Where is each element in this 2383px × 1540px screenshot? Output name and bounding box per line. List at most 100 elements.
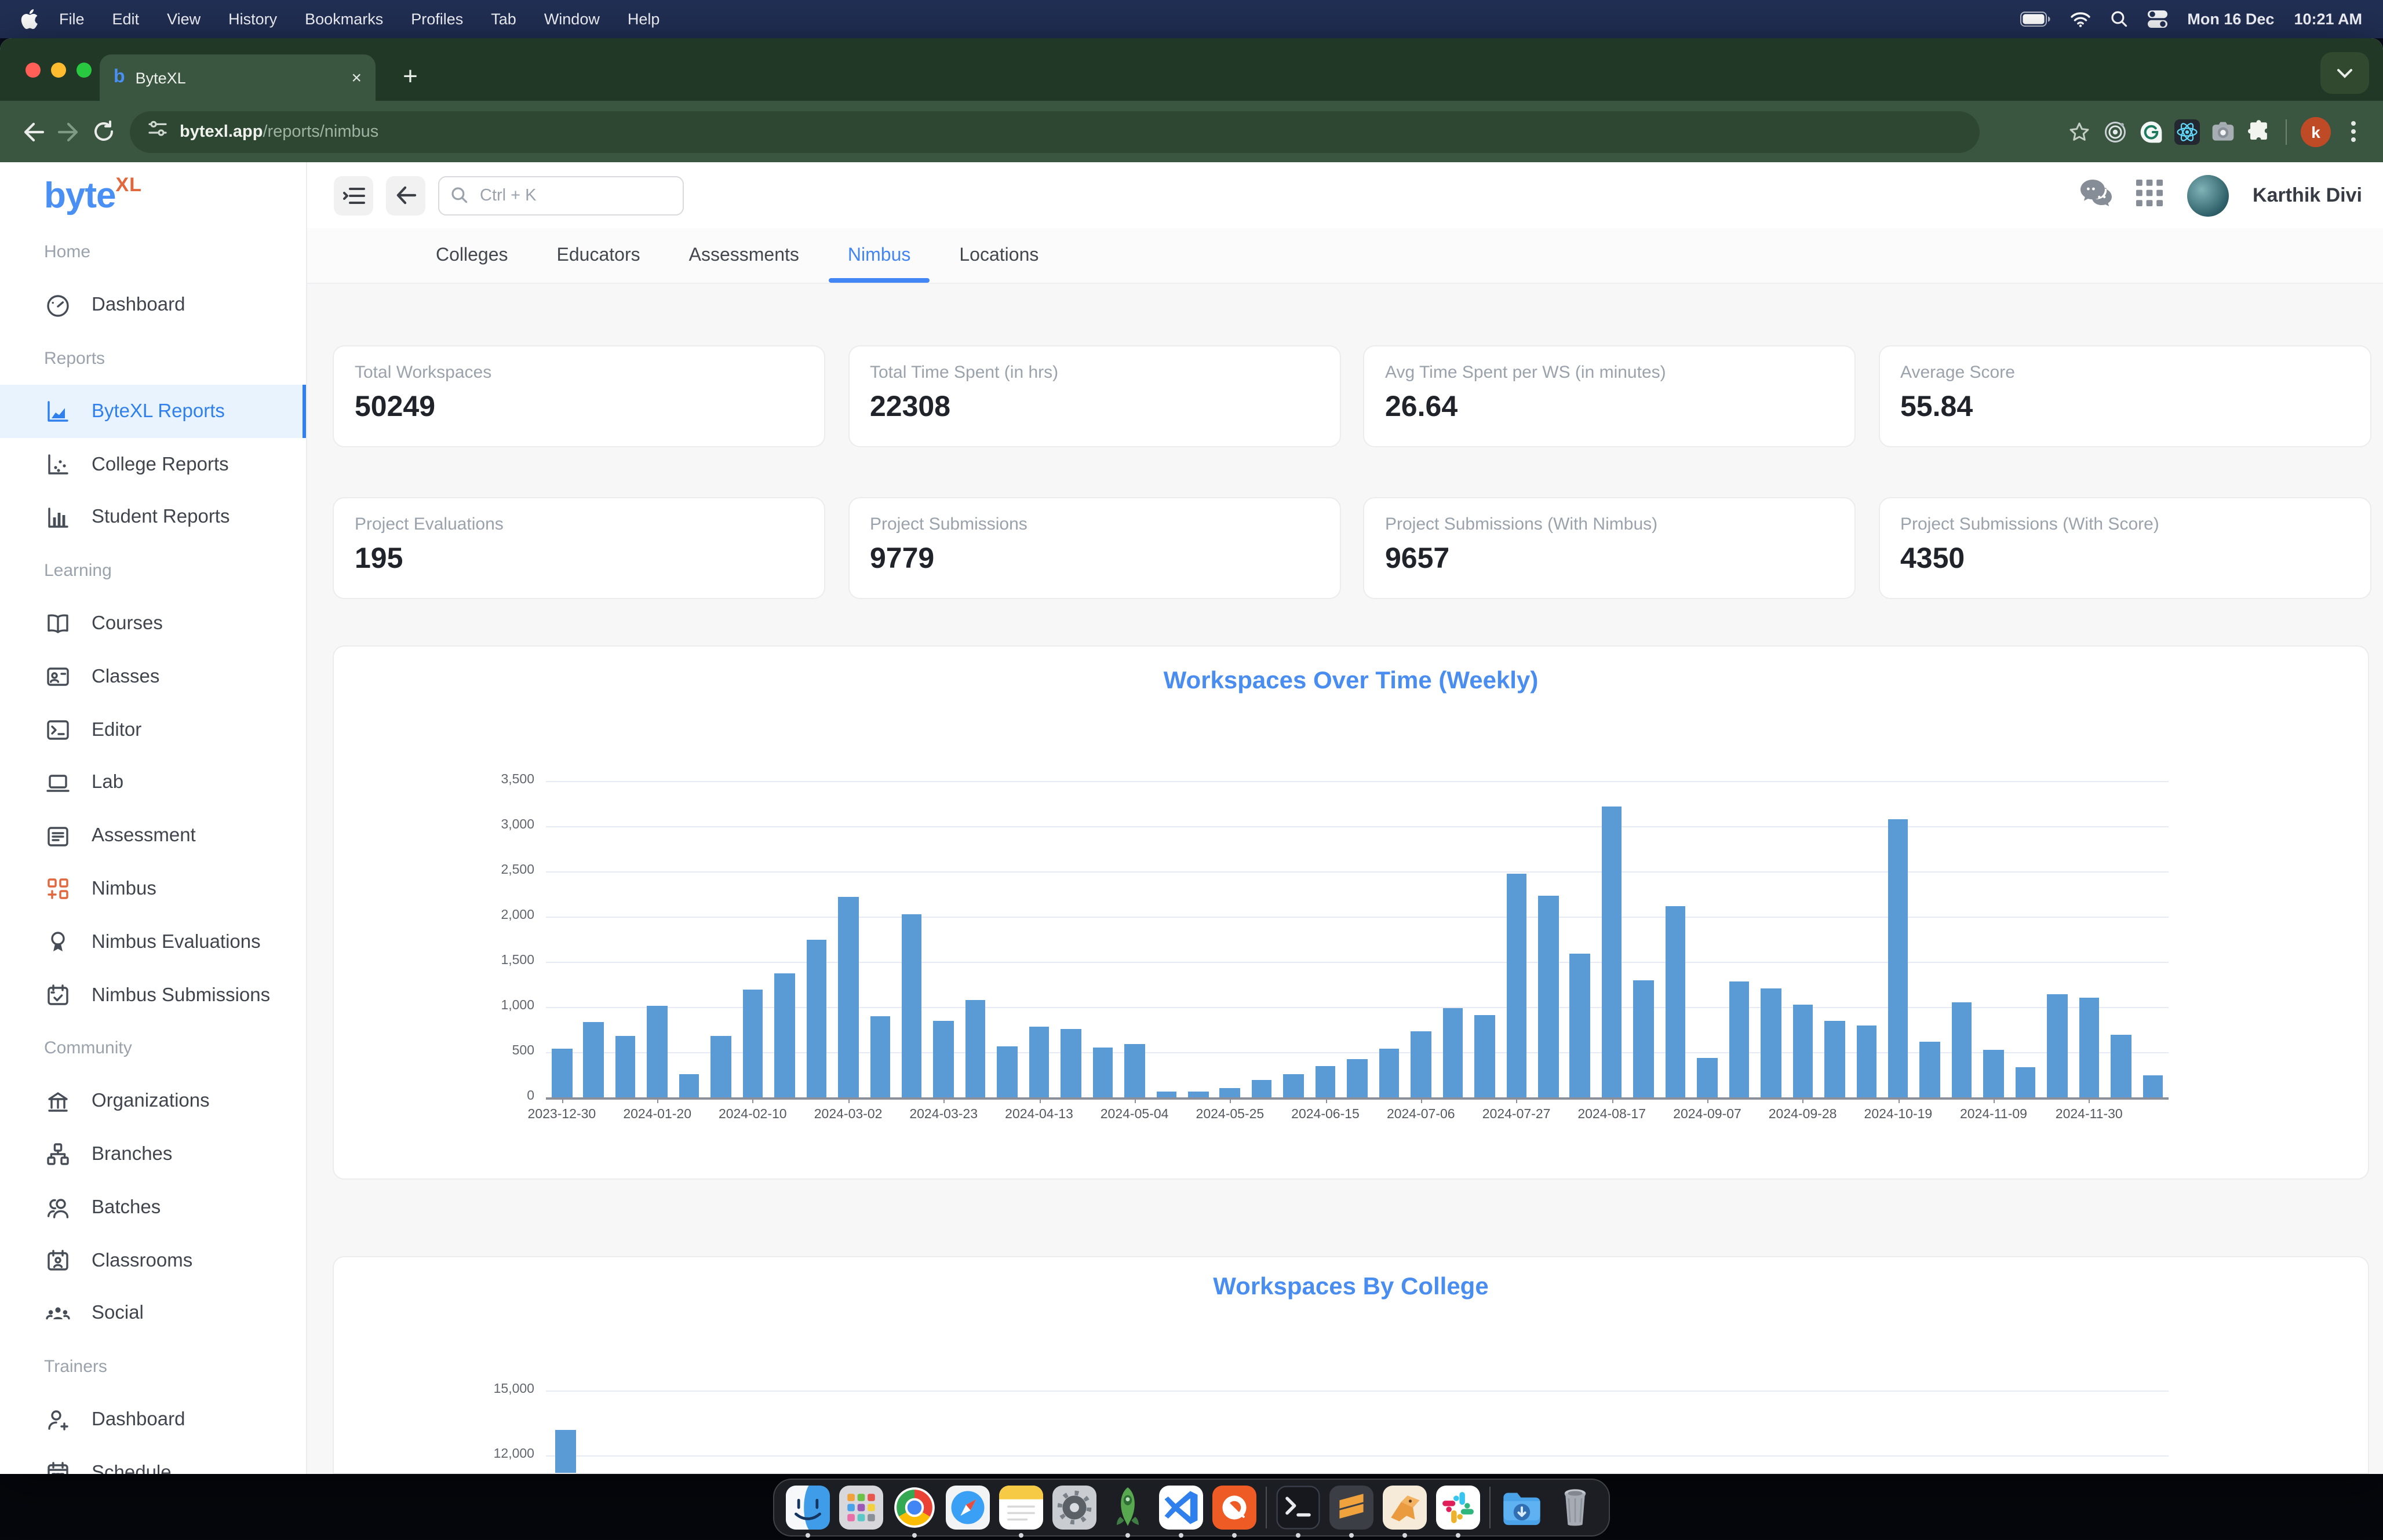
bar[interactable] xyxy=(1411,1031,1431,1097)
tab-locations[interactable]: Locations xyxy=(935,228,1063,283)
bytexl-logo[interactable]: byteXL xyxy=(44,174,142,217)
bar[interactable] xyxy=(870,1016,890,1097)
sidebar-item-dashboard[interactable]: Dashboard xyxy=(0,1393,306,1447)
bar[interactable] xyxy=(2015,1067,2035,1097)
dock-settings-icon[interactable] xyxy=(1052,1486,1096,1530)
back-icon[interactable] xyxy=(16,114,51,149)
sidebar-item-nimbus-evaluations[interactable]: Nimbus Evaluations xyxy=(0,916,306,969)
spotlight-icon[interactable] xyxy=(2111,10,2128,28)
bar[interactable] xyxy=(1920,1042,1940,1097)
site-info-icon[interactable] xyxy=(148,121,167,143)
sidebar-item-nimbus[interactable]: Nimbus xyxy=(0,863,306,916)
bar[interactable] xyxy=(1761,988,1781,1097)
extension-react-icon[interactable] xyxy=(2173,118,2200,145)
bar[interactable] xyxy=(902,914,922,1097)
bar[interactable] xyxy=(1697,1058,1717,1097)
menubar-time[interactable]: 10:21 AM xyxy=(2294,10,2362,28)
bar[interactable] xyxy=(584,1023,604,1097)
sidebar-item-courses[interactable]: Courses xyxy=(0,597,306,651)
menu-edit[interactable]: Edit xyxy=(99,10,154,27)
bar[interactable] xyxy=(965,1000,986,1097)
bar[interactable] xyxy=(2111,1035,2131,1097)
menu-help[interactable]: Help xyxy=(614,10,674,27)
new-tab-button[interactable]: + xyxy=(389,56,431,97)
bar[interactable] xyxy=(1347,1059,1368,1097)
bar[interactable] xyxy=(615,1036,636,1097)
bar[interactable] xyxy=(934,1020,954,1097)
menubar-date[interactable]: Mon 16 Dec xyxy=(2187,10,2274,28)
url-bar[interactable]: bytexl.app/reports/nimbus xyxy=(130,111,1980,152)
dock-chrome-icon[interactable] xyxy=(892,1486,937,1530)
bar[interactable] xyxy=(1061,1028,1081,1097)
dock-launchpad-icon[interactable] xyxy=(839,1486,883,1530)
tab-educators[interactable]: Educators xyxy=(533,228,665,283)
forward-icon[interactable] xyxy=(51,114,86,149)
tab-nimbus[interactable]: Nimbus xyxy=(824,228,935,283)
tab-colleges[interactable]: Colleges xyxy=(411,228,533,283)
dock-postman-icon[interactable] xyxy=(1212,1486,1256,1530)
dock-rocket-app-icon[interactable] xyxy=(1106,1486,1150,1530)
bar[interactable] xyxy=(2142,1075,2163,1097)
browser-profile-avatar[interactable]: k xyxy=(2301,116,2331,147)
bar[interactable] xyxy=(2047,994,2067,1097)
tab-assessments[interactable]: Assessments xyxy=(665,228,824,283)
sidebar-item-organizations[interactable]: Organizations xyxy=(0,1075,306,1129)
sidebar-item-editor[interactable]: Editor xyxy=(0,703,306,757)
control-center-icon[interactable] xyxy=(2148,10,2167,28)
bar[interactable] xyxy=(2079,998,2099,1097)
bar[interactable] xyxy=(1570,954,1590,1097)
bar[interactable] xyxy=(647,1006,668,1097)
apple-icon[interactable] xyxy=(21,9,38,29)
bar[interactable] xyxy=(1952,1002,1972,1097)
bar[interactable] xyxy=(1284,1074,1304,1097)
sidebar-item-schedule[interactable]: Schedule xyxy=(0,1447,306,1474)
bar[interactable] xyxy=(679,1074,699,1097)
sidebar-item-dashboard[interactable]: Dashboard xyxy=(0,279,306,333)
extension-camera-icon[interactable] xyxy=(2209,118,2236,145)
bar[interactable] xyxy=(710,1036,731,1097)
bookmark-star-icon[interactable] xyxy=(2065,118,2092,145)
menu-history[interactable]: History xyxy=(214,10,291,27)
back-button[interactable] xyxy=(386,176,425,215)
menu-window[interactable]: Window xyxy=(530,10,614,27)
dock-vscode-icon[interactable] xyxy=(1159,1486,1203,1530)
bar[interactable] xyxy=(1124,1044,1145,1097)
sidebar-item-assessment[interactable]: Assessment xyxy=(0,810,306,863)
bar[interactable] xyxy=(1156,1092,1176,1097)
bar[interactable] xyxy=(1792,1005,1813,1097)
sidebar-item-classrooms[interactable]: Classrooms xyxy=(0,1234,306,1287)
reload-icon[interactable] xyxy=(86,114,121,149)
bar[interactable] xyxy=(838,897,858,1097)
dock-notes-icon[interactable] xyxy=(999,1486,1043,1530)
sidebar-item-branches[interactable]: Branches xyxy=(0,1128,306,1181)
bar[interactable] xyxy=(1316,1065,1336,1097)
dock-postgres-icon[interactable] xyxy=(1383,1486,1427,1530)
sidebar-item-classes[interactable]: Classes xyxy=(0,651,306,704)
wifi-icon[interactable] xyxy=(2070,11,2091,27)
menu-profiles[interactable]: Profiles xyxy=(397,10,477,27)
chat-icon[interactable] xyxy=(2080,179,2111,211)
bar[interactable] xyxy=(1984,1050,2004,1097)
menu-tab[interactable]: Tab xyxy=(477,10,530,27)
bar[interactable] xyxy=(1888,819,1908,1097)
bar[interactable] xyxy=(742,990,763,1097)
bar[interactable] xyxy=(774,973,795,1097)
window-zoom-button[interactable] xyxy=(76,63,92,78)
sidebar-item-social[interactable]: Social xyxy=(0,1287,306,1341)
bar[interactable] xyxy=(1092,1047,1113,1097)
sidebar-item-nimbus-submissions[interactable]: Nimbus Submissions xyxy=(0,969,306,1022)
extensions-puzzle-icon[interactable] xyxy=(2245,118,2272,145)
bar[interactable] xyxy=(555,1429,575,1474)
menu-bookmarks[interactable]: Bookmarks xyxy=(291,10,397,27)
user-name[interactable]: Karthik Divi xyxy=(2253,184,2362,207)
bar[interactable] xyxy=(1634,980,1654,1097)
bar[interactable] xyxy=(1252,1080,1272,1097)
collapse-sidebar-button[interactable] xyxy=(334,176,373,215)
apps-grid-icon[interactable] xyxy=(2136,179,2162,211)
sidebar-item-bytexl-reports[interactable]: ByteXL Reports xyxy=(0,385,306,439)
bar[interactable] xyxy=(1379,1048,1399,1097)
bar[interactable] xyxy=(1220,1088,1240,1097)
menu-file[interactable]: File xyxy=(45,10,99,27)
bar[interactable] xyxy=(1602,807,1622,1097)
dock-terminal-icon[interactable] xyxy=(1276,1486,1320,1530)
